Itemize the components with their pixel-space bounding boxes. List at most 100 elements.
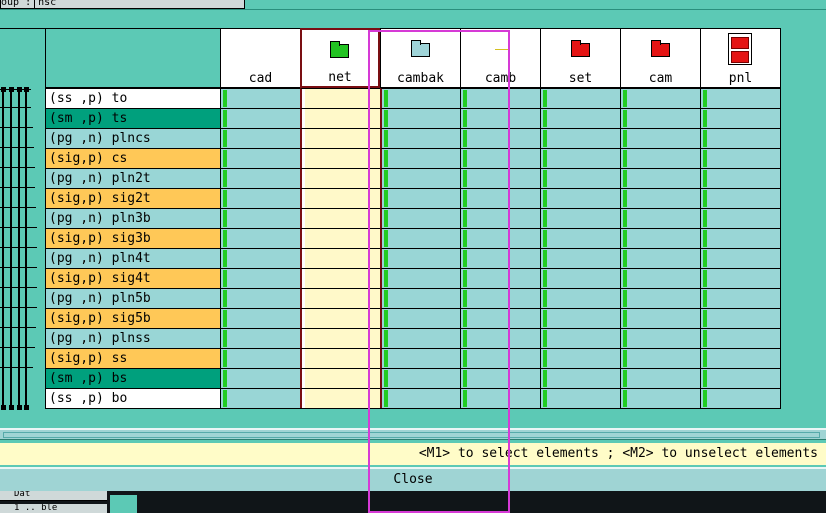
matrix-cell-net[interactable] — [300, 128, 380, 148]
layer-label[interactable]: (sm ,p) ts — [45, 108, 220, 128]
matrix-cell-net[interactable] — [300, 208, 380, 228]
bottom-item-2[interactable]: 1 .. ble — [0, 504, 107, 513]
matrix-cell-cam[interactable] — [620, 248, 700, 268]
matrix-cell-net[interactable] — [300, 168, 380, 188]
matrix-cell-cam[interactable] — [620, 228, 700, 248]
matrix-cell-pnl[interactable] — [700, 88, 780, 108]
matrix-cell-cad[interactable] — [220, 208, 300, 228]
matrix-cell-pnl[interactable] — [700, 348, 780, 368]
matrix-cell-net[interactable] — [300, 328, 380, 348]
matrix-cell-cambak[interactable] — [380, 108, 460, 128]
matrix-cell-cad[interactable] — [220, 128, 300, 148]
matrix-cell-cam[interactable] — [620, 328, 700, 348]
matrix-cell-net[interactable] — [300, 228, 380, 248]
matrix-cell-cambak[interactable] — [380, 168, 460, 188]
matrix-cell-pnl[interactable] — [700, 168, 780, 188]
matrix-cell-cambak[interactable] — [380, 208, 460, 228]
matrix-cell-cam[interactable] — [620, 108, 700, 128]
matrix-cell-set[interactable] — [540, 88, 620, 108]
matrix-cell-camb[interactable] — [460, 148, 540, 168]
layer-label[interactable]: (pg ,n) pln3b — [45, 208, 220, 228]
column-header-cam[interactable]: cam — [620, 28, 700, 88]
matrix-cell-camb[interactable] — [460, 288, 540, 308]
matrix-cell-camb[interactable] — [460, 228, 540, 248]
column-header-cambak[interactable]: cambak — [380, 28, 460, 88]
matrix-cell-cad[interactable] — [220, 348, 300, 368]
layer-label[interactable]: (sig,p) ss — [45, 348, 220, 368]
matrix-cell-camb[interactable] — [460, 368, 540, 388]
matrix-cell-camb[interactable] — [460, 328, 540, 348]
matrix-cell-cam[interactable] — [620, 188, 700, 208]
matrix-cell-cam[interactable] — [620, 208, 700, 228]
matrix-cell-set[interactable] — [540, 168, 620, 188]
matrix-cell-pnl[interactable] — [700, 148, 780, 168]
matrix-cell-set[interactable] — [540, 288, 620, 308]
matrix-cell-cad[interactable] — [220, 288, 300, 308]
matrix-cell-net[interactable] — [300, 188, 380, 208]
matrix-cell-cad[interactable] — [220, 88, 300, 108]
matrix-cell-cad[interactable] — [220, 308, 300, 328]
matrix-cell-net[interactable] — [300, 288, 380, 308]
matrix-cell-cambak[interactable] — [380, 188, 460, 208]
matrix-cell-cambak[interactable] — [380, 268, 460, 288]
column-header-pnl[interactable]: pnl — [700, 28, 780, 88]
matrix-cell-net[interactable] — [300, 308, 380, 328]
column-header-camb[interactable]: camb — [460, 28, 540, 88]
layer-label[interactable]: (sig,p) sig5b — [45, 308, 220, 328]
matrix-cell-cad[interactable] — [220, 148, 300, 168]
matrix-cell-cad[interactable] — [220, 268, 300, 288]
matrix-cell-set[interactable] — [540, 328, 620, 348]
matrix-cell-set[interactable] — [540, 348, 620, 368]
matrix-cell-camb[interactable] — [460, 188, 540, 208]
layer-label[interactable]: (pg ,n) pln5b — [45, 288, 220, 308]
matrix-cell-cad[interactable] — [220, 168, 300, 188]
matrix-cell-cam[interactable] — [620, 288, 700, 308]
matrix-cell-cad[interactable] — [220, 188, 300, 208]
matrix-cell-net[interactable] — [300, 248, 380, 268]
matrix-cell-set[interactable] — [540, 388, 620, 408]
matrix-cell-cam[interactable] — [620, 348, 700, 368]
matrix-cell-set[interactable] — [540, 308, 620, 328]
matrix-cell-cam[interactable] — [620, 88, 700, 108]
layer-label[interactable]: (pg ,n) pln4t — [45, 248, 220, 268]
matrix-cell-pnl[interactable] — [700, 228, 780, 248]
matrix-cell-net[interactable] — [300, 368, 380, 388]
matrix-cell-cambak[interactable] — [380, 128, 460, 148]
matrix-cell-camb[interactable] — [460, 208, 540, 228]
matrix-cell-set[interactable] — [540, 148, 620, 168]
matrix-cell-cam[interactable] — [620, 368, 700, 388]
matrix-cell-camb[interactable] — [460, 168, 540, 188]
matrix-cell-pnl[interactable] — [700, 108, 780, 128]
matrix-cell-set[interactable] — [540, 208, 620, 228]
matrix-cell-set[interactable] — [540, 188, 620, 208]
top-input-field[interactable]: oup : nsc — [0, 0, 245, 9]
layer-label[interactable]: (pg ,n) plnss — [45, 328, 220, 348]
matrix-cell-cad[interactable] — [220, 228, 300, 248]
matrix-cell-pnl[interactable] — [700, 268, 780, 288]
matrix-cell-net[interactable] — [300, 108, 380, 128]
layer-label[interactable]: (pg ,n) plncs — [45, 128, 220, 148]
matrix-cell-cambak[interactable] — [380, 288, 460, 308]
matrix-cell-cam[interactable] — [620, 168, 700, 188]
matrix-cell-net[interactable] — [300, 268, 380, 288]
matrix-cell-cambak[interactable] — [380, 328, 460, 348]
matrix-cell-cam[interactable] — [620, 308, 700, 328]
close-button[interactable]: Close — [0, 467, 826, 491]
matrix-cell-pnl[interactable] — [700, 308, 780, 328]
matrix-cell-set[interactable] — [540, 368, 620, 388]
matrix-cell-camb[interactable] — [460, 88, 540, 108]
matrix-cell-cambak[interactable] — [380, 248, 460, 268]
matrix-cell-cad[interactable] — [220, 328, 300, 348]
layer-label[interactable]: (sig,p) cs — [45, 148, 220, 168]
matrix-cell-cambak[interactable] — [380, 388, 460, 408]
matrix-cell-camb[interactable] — [460, 108, 540, 128]
matrix-cell-camb[interactable] — [460, 348, 540, 368]
matrix-cell-cambak[interactable] — [380, 368, 460, 388]
matrix-cell-net[interactable] — [300, 148, 380, 168]
matrix-cell-pnl[interactable] — [700, 188, 780, 208]
matrix-cell-camb[interactable] — [460, 128, 540, 148]
matrix-cell-camb[interactable] — [460, 268, 540, 288]
matrix-cell-camb[interactable] — [460, 248, 540, 268]
matrix-cell-net[interactable] — [300, 388, 380, 408]
matrix-cell-cambak[interactable] — [380, 88, 460, 108]
